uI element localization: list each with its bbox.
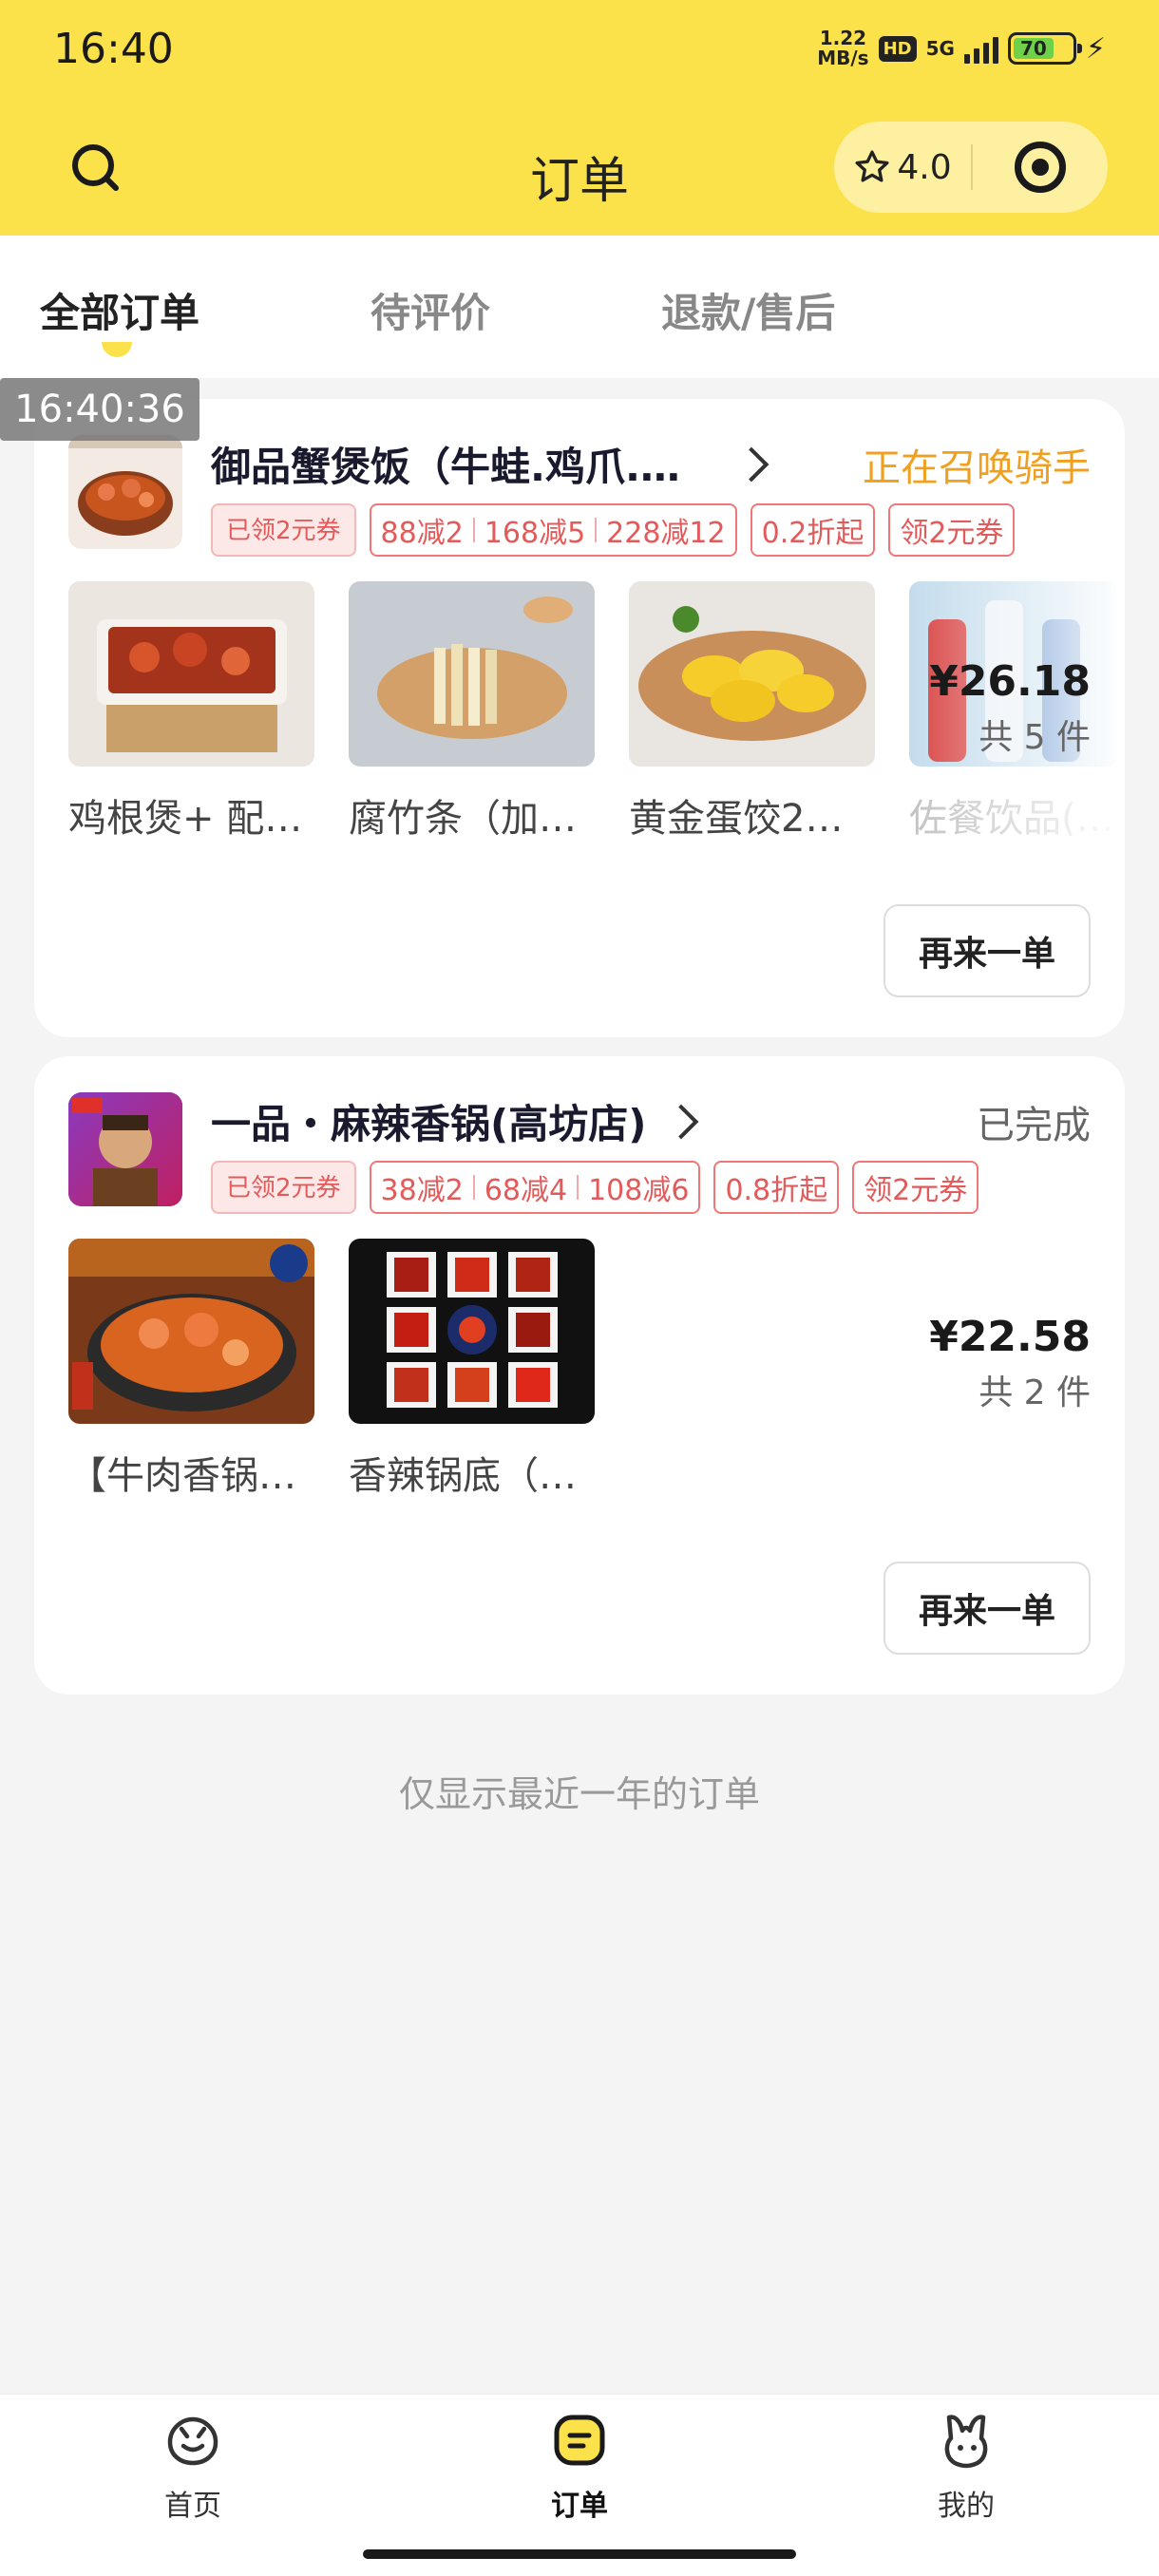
claim-coupon-tag: 领2元券: [852, 1161, 979, 1214]
target-icon: [1015, 142, 1066, 193]
order-item: 香辣锅底（…: [349, 1239, 595, 1500]
shop-link[interactable]: 御品蟹煲饭（牛蛙.鸡爪.明…: [211, 435, 770, 493]
home-indicator[interactable]: [363, 2549, 796, 2559]
promo-row: 已领2元券 38减2 68减4 108减6 0.8折起 领2元券: [211, 1161, 979, 1214]
discount-tag: 38减2 68减4 108减6: [369, 1161, 701, 1214]
hd-badge: HD: [878, 35, 917, 62]
bunny-profile-icon: [944, 2415, 988, 2469]
item-name: 鸡根煲+ 配…: [68, 797, 303, 841]
nav-home[interactable]: 首页: [98, 2410, 288, 2524]
status-time: 16:40: [53, 25, 174, 73]
order-item: 鸡根煲+ 配…: [68, 581, 314, 843]
close-capsule-button[interactable]: [973, 142, 1108, 193]
order-card[interactable]: 一品・麻辣香锅(高坊店) 已完成 已领2元券 38减2 68减4 108减6 0…: [34, 1056, 1125, 1695]
item-thumbnail: [68, 1239, 314, 1424]
shop-name: 一品・麻辣香锅(高坊店): [211, 1101, 647, 1147]
item-name: 【牛肉香锅…: [68, 1454, 296, 1498]
order-list-icon: [554, 2415, 605, 2466]
nav-profile[interactable]: 我的: [871, 2410, 1061, 2524]
chevron-right-icon: [733, 446, 770, 482]
shop-link[interactable]: 一品・麻辣香锅(高坊店): [211, 1092, 699, 1150]
order-price: ¥22.58: [929, 1313, 1091, 1361]
charging-icon: ⚡: [1085, 31, 1106, 66]
shop-logo: [68, 435, 182, 549]
star-icon: [855, 150, 889, 182]
order-card[interactable]: 御品蟹煲饭（牛蛙.鸡爪.明… 正在召唤骑手 已领2元券 88减2 168减5 2…: [34, 399, 1125, 1037]
item-thumbnail: [349, 581, 595, 767]
rating-button[interactable]: 4.0: [834, 148, 971, 187]
discount-rate-tag: 0.2折起: [750, 503, 876, 557]
mini-program-capsule: 4.0: [834, 122, 1108, 213]
shop-logo: [68, 1092, 182, 1206]
nav-orders[interactable]: 订单: [484, 2410, 674, 2524]
history-note: 仅显示最近一年的订单: [398, 1773, 760, 1815]
chevron-right-icon: [664, 1104, 699, 1139]
status-indicators: 1.22 MB/s HD 5G 70 ⚡: [817, 28, 1106, 68]
item-thumbnail: [349, 1239, 595, 1424]
active-tab-indicator: [102, 342, 132, 357]
reorder-button[interactable]: 再来一单: [884, 904, 1091, 997]
item-name: 佐餐饮品(…: [909, 797, 1114, 841]
tab-all-orders[interactable]: 全部订单: [40, 281, 200, 339]
item-count: 共 5 件: [978, 718, 1091, 757]
order-item: 【牛肉香锅…: [68, 1239, 314, 1500]
shop-name: 御品蟹煲饭（牛蛙.鸡爪.明…: [211, 444, 705, 490]
order-status: 已完成: [977, 1104, 1091, 1147]
home-face-icon: [167, 2416, 218, 2466]
item-thumbnail: [68, 581, 314, 767]
coupon-badge: 已领2元券: [211, 503, 356, 557]
battery-icon: 70: [1007, 32, 1082, 65]
discount-tag: 88减2 168减5 228减12: [369, 503, 737, 557]
order-total: ¥22.58 共 2 件: [929, 1313, 1091, 1414]
battery-level: 70: [1013, 37, 1054, 60]
item-count: 共 2 件: [978, 1373, 1091, 1412]
rating-value: 4.0: [897, 147, 952, 187]
item-thumbnail: [629, 581, 875, 767]
tab-to-review[interactable]: 待评价: [370, 281, 490, 339]
item-name: 香辣锅底（…: [349, 1454, 577, 1498]
network-type: 5G: [925, 37, 955, 60]
item-name: 黄金蛋饺2…: [629, 797, 844, 841]
order-tabs: 全部订单 待评价 退款/售后: [0, 236, 1159, 378]
order-price: ¥26.18: [929, 657, 1091, 706]
order-items: 【牛肉香锅… 香辣锅底（…: [68, 1239, 595, 1500]
order-status: 正在召唤骑手: [863, 446, 1091, 490]
signal-icon: [963, 33, 998, 64]
discount-rate-tag: 0.8折起: [713, 1161, 840, 1214]
order-item: 黄金蛋饺2…: [629, 581, 875, 843]
claim-coupon-tag: 领2元券: [888, 503, 1016, 557]
time-overlay: 16:40:36: [0, 378, 200, 441]
item-name: 腐竹条（加…: [349, 797, 577, 841]
tab-refund-aftersale[interactable]: 退款/售后: [661, 281, 835, 339]
coupon-badge: 已领2元券: [211, 1161, 356, 1214]
order-total: ¥26.18 共 5 件: [929, 657, 1091, 759]
network-speed: 1.22 MB/s: [817, 27, 869, 69]
top-header: 16:40 1.22 MB/s HD 5G 70 ⚡ 订单 4.0: [0, 0, 1159, 236]
reorder-button[interactable]: 再来一单: [884, 1562, 1091, 1655]
order-item: 腐竹条（加…: [349, 581, 595, 843]
promo-row: 已领2元券 88减2 168减5 228减12 0.2折起 领2元券: [211, 503, 1016, 557]
